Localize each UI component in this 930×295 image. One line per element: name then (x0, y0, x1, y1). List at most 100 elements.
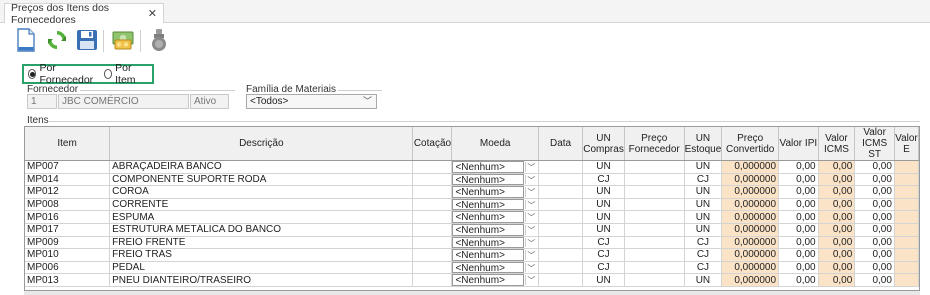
cell-descricao[interactable]: ESPUMA (109, 210, 414, 224)
cell-moeda[interactable]: <Nenhum> ﹀ (451, 173, 539, 187)
chevron-down-icon[interactable]: ﹀ (524, 224, 537, 235)
cell-data[interactable] (538, 160, 584, 174)
col-header-valor-icms[interactable]: Valor ICMS (818, 127, 856, 161)
cell-un-compras[interactable]: UN (582, 223, 625, 237)
cell-descricao[interactable]: CORRENTE (109, 198, 414, 212)
cell-descricao[interactable]: FREIO TRÁS (109, 248, 414, 262)
cell-un-estoque[interactable]: CJ (684, 236, 723, 250)
moeda-select[interactable]: <Nenhum> (452, 261, 524, 273)
cell-valor-ipi[interactable]: 0,00 (778, 160, 819, 174)
cell-descricao[interactable]: COMPONENTE SUPORTE RODA (109, 173, 414, 187)
cell-preco-fornecedor[interactable] (624, 273, 685, 287)
table-row[interactable]: MP007 ABRAÇADEIRA BANCO <Nenhum> ﹀ UN UN 0,000… (25, 160, 919, 174)
cell-data[interactable] (538, 273, 584, 287)
cell-moeda[interactable]: <Nenhum> ﹀ (451, 210, 539, 224)
cell-un-compras[interactable]: CJ (582, 236, 625, 250)
cell-preco-fornecedor[interactable] (624, 210, 685, 224)
chevron-down-icon[interactable]: ﹀ (524, 174, 537, 185)
cell-valor-icms-st[interactable]: 0,00 (854, 273, 895, 287)
cell-descricao[interactable]: PEDAL (109, 261, 414, 275)
cell-item[interactable]: MP012 (25, 185, 111, 199)
cell-item[interactable]: MP016 (25, 210, 111, 224)
cell-valor-icms-st[interactable]: 0,00 (854, 198, 895, 212)
cell-valor-ipi[interactable]: 0,00 (778, 185, 819, 199)
table-row[interactable]: MP008 CORRENTE <Nenhum> ﹀ UN UN 0,000000 0,00 0,… (25, 198, 919, 212)
cell-data[interactable] (538, 198, 584, 212)
col-header-preco-fornecedor[interactable]: Preço Fornecedor (624, 127, 685, 161)
cell-valor-ipi[interactable]: 0,00 (778, 210, 819, 224)
col-header-cotacao[interactable]: Cotação (412, 127, 453, 161)
col-header-valor-e[interactable]: Valor E (894, 127, 919, 161)
chevron-down-icon[interactable]: ﹀ (524, 250, 537, 260)
cell-valor-ipi[interactable]: 0,00 (778, 223, 819, 237)
cell-preco-fornecedor[interactable] (624, 173, 685, 187)
cell-moeda[interactable]: <Nenhum> ﹀ (451, 160, 539, 174)
moeda-select[interactable]: <Nenhum> (452, 223, 524, 236)
cell-item[interactable]: MP014 (25, 173, 111, 187)
moeda-select[interactable]: <Nenhum> (452, 198, 524, 210)
cell-valor-icms-st[interactable]: 0,00 (854, 173, 895, 187)
table-row[interactable]: MP017 ESTRUTURA METÁLICA DO BANCO <Nenhum>… (25, 223, 919, 237)
col-header-data[interactable]: Data (538, 127, 584, 161)
cell-descricao[interactable]: ESTRUTURA METÁLICA DO BANCO (109, 223, 414, 237)
cell-data[interactable] (538, 261, 584, 275)
cell-item[interactable]: MP007 (25, 160, 111, 174)
refresh-button[interactable] (44, 27, 70, 53)
cell-valor-icms-st[interactable]: 0,00 (854, 248, 895, 262)
disabled-button[interactable] (146, 27, 172, 53)
cell-un-estoque[interactable]: UN (684, 185, 723, 199)
cell-valor-ipi[interactable]: 0,00 (778, 273, 819, 287)
new-document-button[interactable] (13, 27, 39, 53)
cell-un-compras[interactable]: CJ (582, 261, 625, 275)
radio-por-fornecedor[interactable]: Por Fornecedor (28, 62, 99, 86)
cell-moeda[interactable]: <Nenhum> ﹀ (451, 261, 539, 275)
chevron-down-icon[interactable]: ﹀ (524, 237, 537, 248)
familia-select[interactable]: <Todos> ﹀ (246, 94, 377, 109)
col-header-descricao[interactable]: Descrição (109, 127, 414, 161)
cell-item[interactable]: MP009 (25, 236, 111, 250)
table-row[interactable]: MP012 COROA <Nenhum> ﹀ UN UN 0,000000 0,00 0,00 0… (25, 185, 919, 199)
table-row[interactable]: MP014 COMPONENTE SUPORTE RODA <Nenhum> ﹀ CJ C… (25, 173, 919, 187)
cell-valor-ipi[interactable]: 0,00 (778, 261, 819, 275)
cell-moeda[interactable]: <Nenhum> ﹀ (451, 248, 539, 262)
cell-un-estoque[interactable]: UN (684, 223, 723, 237)
moeda-select[interactable]: <Nenhum> (452, 161, 524, 173)
cell-moeda[interactable]: <Nenhum> ﹀ (451, 223, 539, 237)
cell-un-compras[interactable]: UN (582, 198, 625, 212)
cell-data[interactable] (538, 236, 584, 250)
cell-item[interactable]: MP013 (25, 273, 111, 287)
close-icon[interactable]: ✕ (148, 7, 157, 20)
cell-cotacao[interactable] (412, 210, 453, 224)
col-header-valor-ipi[interactable]: Valor IPI (778, 127, 819, 161)
cell-un-compras[interactable]: CJ (582, 173, 625, 187)
cell-descricao[interactable]: ABRAÇADEIRA BANCO (109, 160, 414, 174)
col-header-un-estoque[interactable]: UN Estoque (684, 127, 723, 161)
chevron-down-icon[interactable]: ﹀ (524, 162, 537, 172)
chevron-down-icon[interactable]: ﹀ (524, 262, 537, 273)
cell-item[interactable]: MP017 (25, 223, 111, 237)
cell-cotacao[interactable] (412, 185, 453, 199)
moeda-select[interactable]: <Nenhum> (452, 236, 524, 248)
cell-descricao[interactable]: PNEU DIANTEIRO/TRASEIRO (109, 273, 414, 287)
cell-cotacao[interactable] (412, 236, 453, 250)
table-row[interactable]: MP009 FREIO FRENTE <Nenhum> ﹀ CJ CJ 0,000000 0,… (25, 236, 919, 250)
chevron-down-icon[interactable]: ﹀ (524, 199, 537, 210)
cell-descricao[interactable]: COROA (109, 185, 414, 199)
cell-un-estoque[interactable]: UN (684, 198, 723, 212)
cell-valor-icms-st[interactable]: 0,00 (854, 236, 895, 250)
cell-valor-ipi[interactable]: 0,00 (778, 198, 819, 212)
cell-cotacao[interactable] (412, 173, 453, 187)
cell-item[interactable]: MP008 (25, 198, 111, 212)
col-header-preco-convertido[interactable]: Preço Convertido (721, 127, 780, 161)
moeda-select[interactable]: <Nenhum> (452, 173, 524, 185)
cell-un-estoque[interactable]: UN (684, 210, 723, 224)
tab-precos-itens[interactable]: Preços dos Itens dos Fornecedores ✕ (4, 2, 164, 26)
cell-item[interactable]: MP010 (25, 248, 111, 262)
cell-un-compras[interactable]: UN (582, 273, 625, 287)
cell-valor-ipi[interactable]: 0,00 (778, 248, 819, 262)
cell-preco-fornecedor[interactable] (624, 261, 685, 275)
chevron-down-icon[interactable]: ﹀ (524, 212, 537, 222)
cell-valor-icms-st[interactable]: 0,00 (854, 223, 895, 237)
cell-cotacao[interactable] (412, 273, 453, 287)
save-button[interactable] (74, 27, 100, 53)
